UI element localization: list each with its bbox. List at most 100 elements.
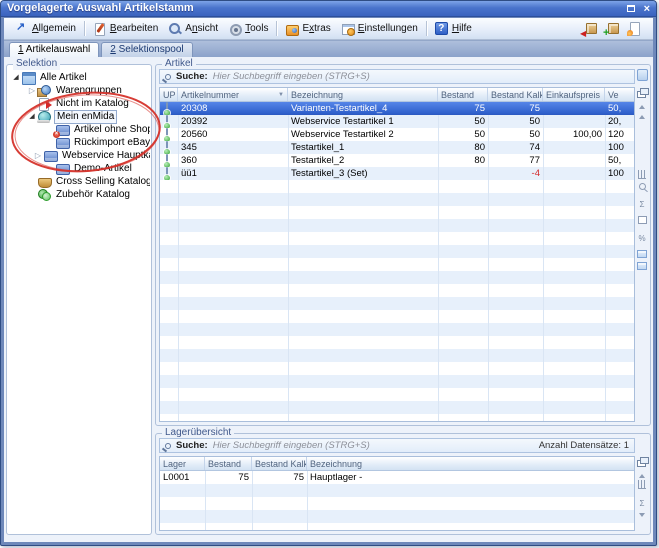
tree-item-mein-enmida[interactable]: ◢ Mein enMida	[9, 110, 150, 123]
menu-bar: Allgemein Bearbeiten Ansicht Tools Extra…	[4, 18, 653, 40]
column-header-bestand-kalk[interactable]: Bestand Kalk.	[488, 88, 543, 101]
view-magnifier-icon	[168, 22, 181, 35]
menu-ansicht[interactable]: Ansicht	[163, 20, 223, 37]
grid-panel-button[interactable]	[637, 69, 648, 81]
close-icon[interactable]: ×	[644, 4, 650, 14]
table-view-icon[interactable]	[638, 216, 647, 224]
scroll-up-icon[interactable]	[639, 115, 645, 119]
category-no-shop-icon	[55, 124, 70, 136]
menu-extras[interactable]: Extras	[280, 20, 335, 37]
column-header-lager[interactable]: Lager	[160, 457, 205, 470]
allgemein-arrow-icon	[15, 22, 28, 35]
expanded-icon[interactable]: ◢	[27, 110, 37, 123]
menu-separator	[426, 21, 427, 36]
tree-item-nicht-im-katalog[interactable]: Nicht im Katalog	[9, 97, 150, 110]
lager-grid-header: Lager Bestand Bestand Kalk. Bezeichnung	[160, 457, 634, 471]
menu-bearbeiten[interactable]: Bearbeiten	[88, 20, 163, 37]
grid-side-toolbar	[636, 456, 648, 531]
scroll-down-icon[interactable]	[639, 513, 645, 517]
table-row[interactable]: 20392 Webservice Testartikel 1 50 50 20,	[160, 115, 634, 128]
not-in-catalog-icon	[37, 98, 52, 110]
selection-tree: ◢ Alle Artikel ▷ Warengruppen Nicht im K…	[9, 71, 150, 532]
new-document-icon[interactable]	[625, 21, 641, 36]
artikel-search-bar[interactable]: Suche: Hier Suchbegriff eingeben (STRG+S…	[159, 69, 635, 84]
tree-item-warengruppen[interactable]: ▷ Warengruppen	[9, 84, 150, 97]
column-header-bestand[interactable]: Bestand	[205, 457, 252, 470]
artikel-grid: UP Artikelnummer▼ Bezeichnung Bestand Be…	[159, 87, 635, 422]
search-icon	[165, 443, 171, 449]
list-view-icon[interactable]	[637, 250, 647, 258]
tree-item-webservice-hauptkategorie[interactable]: ▷ Webservice Hauptkategorie	[9, 149, 150, 162]
tree-item-alle-artikel[interactable]: ◢ Alle Artikel	[9, 71, 150, 84]
category-icon	[43, 150, 58, 162]
zoom-icon[interactable]	[639, 183, 646, 190]
selektion-groupbox: Selektion ◢ Alle Artikel ▷ Warengruppen	[6, 64, 152, 535]
expanded-icon[interactable]: ◢	[11, 71, 21, 84]
window-title: Vorgelagerte Auswahl Artikelstamm	[7, 1, 194, 16]
restore-icon[interactable]	[627, 5, 635, 12]
gear-icon	[228, 22, 241, 35]
article-status-icon	[166, 141, 168, 154]
menu-tools[interactable]: Tools	[223, 20, 273, 37]
tree-item-demo-artikel[interactable]: Demo-Artikel	[9, 162, 150, 175]
table-row[interactable]: 345 Testartikel_1 80 74 100	[160, 141, 634, 154]
cross-selling-icon	[37, 176, 52, 188]
column-header-ve[interactable]: Ve	[605, 88, 634, 101]
grid-columns-icon[interactable]	[638, 170, 646, 179]
tree-item-artikel-ohne-shop-kategorie[interactable]: Artikel ohne Shop-Kategorie	[9, 123, 150, 136]
sum-icon[interactable]	[640, 194, 645, 212]
grid-side-toolbar	[636, 69, 648, 422]
tree-item-rueckimport-ebay[interactable]: Rückimport eBay	[9, 136, 150, 149]
tab-selektionspool[interactable]: 2 Selektionspool	[101, 42, 192, 57]
search-icon	[165, 74, 171, 80]
settings-window-icon	[341, 22, 354, 35]
column-header-bezeichnung[interactable]: Bezeichnung	[307, 457, 634, 470]
menu-einstellungen[interactable]: Einstellungen	[336, 20, 423, 37]
column-chooser-icon[interactable]	[636, 456, 648, 468]
column-header-up[interactable]: UP	[160, 88, 178, 101]
help-icon	[435, 22, 448, 35]
selected-tree-node: Mein enMida	[54, 110, 117, 124]
lager-grid: Lager Bestand Bestand Kalk. Bezeichnung …	[159, 456, 635, 531]
column-header-artikelnummer[interactable]: Artikelnummer▼	[178, 88, 288, 101]
scroll-up-icon[interactable]	[639, 474, 645, 478]
table-row[interactable]: 360 Testartikel_2 80 77 50,	[160, 154, 634, 167]
search-placeholder: Hier Suchbegriff eingeben (STRG+S)	[213, 440, 370, 451]
table-row[interactable]: 20308 Varianten-Testartikel_4 75 75 50,	[160, 102, 634, 115]
menu-hilfe[interactable]: Hilfe	[430, 20, 477, 37]
list-view-icon[interactable]	[637, 262, 647, 270]
column-header-einkaufspreis[interactable]: Einkaufspreis	[543, 88, 605, 101]
artikel-groupbox: Artikel Suche: Hier Suchbegriff eingeben…	[155, 64, 651, 426]
menu-allgemein[interactable]: Allgemein	[10, 20, 81, 37]
tree-item-cross-selling-katalog[interactable]: Cross Selling Katalog	[9, 175, 150, 188]
article-status-icon	[166, 167, 168, 180]
add-article-icon[interactable]	[603, 21, 619, 36]
column-chooser-icon[interactable]	[636, 87, 648, 99]
table-row[interactable]: L0001 75 75 Hauptlager -	[160, 471, 634, 484]
column-header-bestand[interactable]: Bestand	[438, 88, 488, 101]
menu-separator	[84, 21, 85, 36]
collapsed-icon[interactable]: ▷	[33, 149, 43, 162]
artikel-grid-body: 20308 Varianten-Testartikel_4 75 75 50, …	[160, 102, 634, 421]
tab-artikelauswahl[interactable]: 1 Artikelauswahl	[9, 42, 99, 57]
sum-icon[interactable]	[640, 493, 645, 511]
column-header-bestand-kalk[interactable]: Bestand Kalk.	[252, 457, 307, 470]
export-article-icon[interactable]	[581, 21, 597, 36]
column-header-bezeichnung[interactable]: Bezeichnung	[288, 88, 438, 101]
edit-pencil-icon	[93, 22, 106, 35]
warengruppen-icon	[37, 85, 52, 97]
percent-icon[interactable]	[638, 228, 645, 246]
grid-columns-icon[interactable]	[638, 480, 646, 489]
category-icon	[55, 137, 70, 149]
collapsed-icon[interactable]: ▷	[27, 84, 37, 97]
tree-item-zubehoer-katalog[interactable]: Zubehör Katalog	[9, 188, 150, 201]
article-status-icon	[166, 115, 168, 128]
table-row[interactable]: üü1 Testartikel_3 (Set) -4 100	[160, 167, 634, 180]
table-row[interactable]: 20560 Webservice Testartikel 2 50 50 100…	[160, 128, 634, 141]
article-status-icon	[166, 102, 168, 115]
lager-search-bar[interactable]: Suche: Hier Suchbegriff eingeben (STRG+S…	[159, 438, 635, 453]
artikel-grid-header: UP Artikelnummer▼ Bezeichnung Bestand Be…	[160, 88, 634, 102]
scroll-up-icon[interactable]	[639, 105, 645, 109]
record-count: Anzahl Datensätze: 1	[539, 440, 629, 451]
search-placeholder: Hier Suchbegriff eingeben (STRG+S)	[213, 71, 370, 82]
